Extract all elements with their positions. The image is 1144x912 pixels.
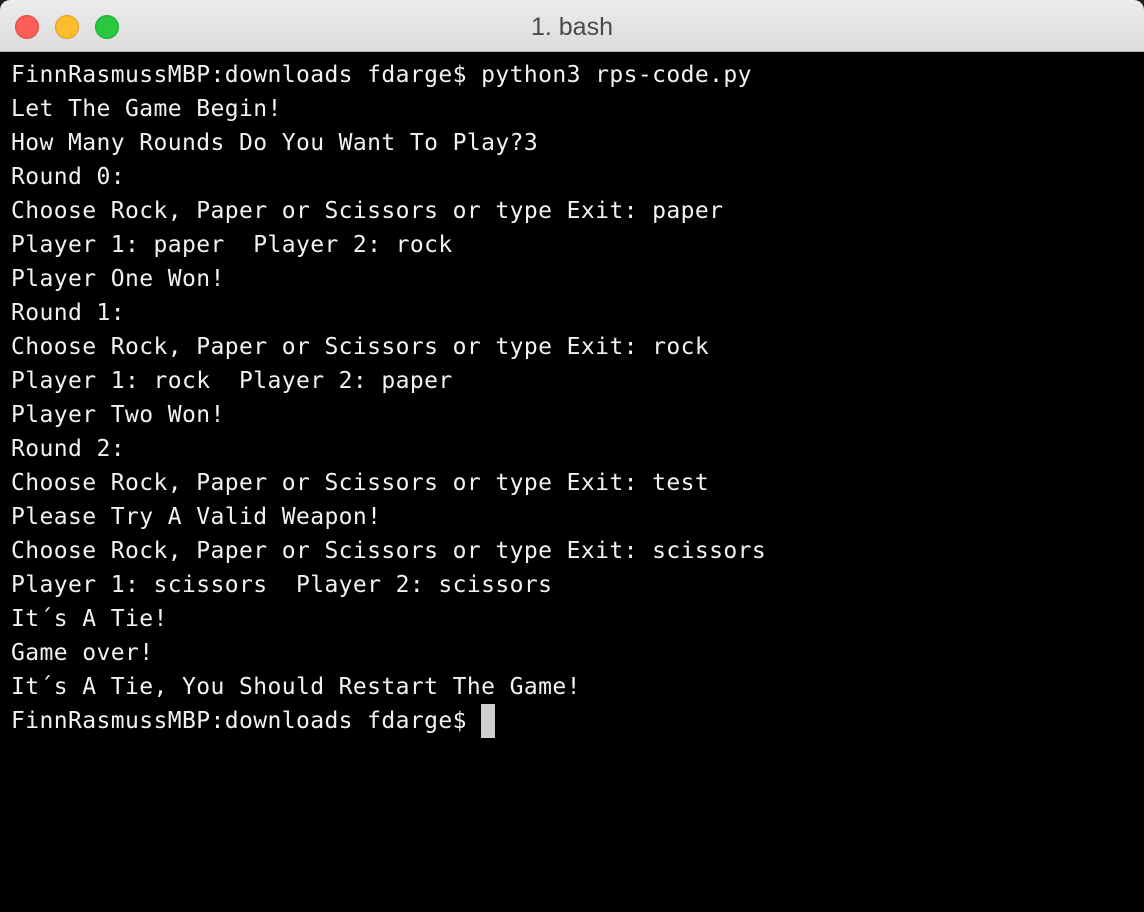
terminal-line: Player 1: scissors Player 2: scissors (11, 572, 553, 598)
terminal-line: How Many Rounds Do You Want To Play?3 (11, 130, 539, 156)
terminal-line: Player 1: paper Player 2: rock (11, 232, 453, 258)
terminal-line: Choose Rock, Paper or Scissors or type E… (11, 334, 710, 360)
terminal-line: Please Try A Valid Weapon! (11, 504, 382, 530)
terminal-line: Player 1: rock Player 2: paper (11, 368, 453, 394)
terminal-output[interactable]: FinnRasmussMBP:downloads fdarge$ python3… (0, 52, 1144, 912)
window-title: 1. bash (530, 13, 613, 41)
shell-prompt: FinnRasmussMBP:downloads fdarge$ (11, 708, 482, 734)
terminal-line: FinnRasmussMBP:downloads fdarge$ python3… (11, 62, 752, 88)
text-cursor (481, 704, 496, 738)
terminal-line: Game over! (11, 640, 154, 666)
title-bar[interactable]: 1. bash (0, 0, 1144, 52)
terminal-line: Choose Rock, Paper or Scissors or type E… (11, 538, 767, 564)
terminal-line: Player Two Won! (11, 402, 225, 428)
terminal-line: Round 0: (11, 164, 125, 190)
terminal-window: 1. bash FinnRasmussMBP:downloads fdarge$… (0, 0, 1144, 912)
terminal-line: It´s A Tie, You Should Restart The Game! (11, 674, 581, 700)
terminal-line: Round 1: (11, 300, 125, 326)
terminal-prompt-line[interactable]: FinnRasmussMBP:downloads fdarge$ (11, 704, 766, 738)
terminal-lines: FinnRasmussMBP:downloads fdarge$ python3… (11, 58, 766, 738)
terminal-line: Let The Game Begin! (11, 96, 282, 122)
terminal-line: It´s A Tie! (11, 606, 168, 632)
terminal-line: Round 2: (11, 436, 125, 462)
terminal-line: Choose Rock, Paper or Scissors or type E… (11, 198, 724, 224)
terminal-line: Player One Won! (11, 266, 225, 292)
terminal-line: Choose Rock, Paper or Scissors or type E… (11, 470, 710, 496)
